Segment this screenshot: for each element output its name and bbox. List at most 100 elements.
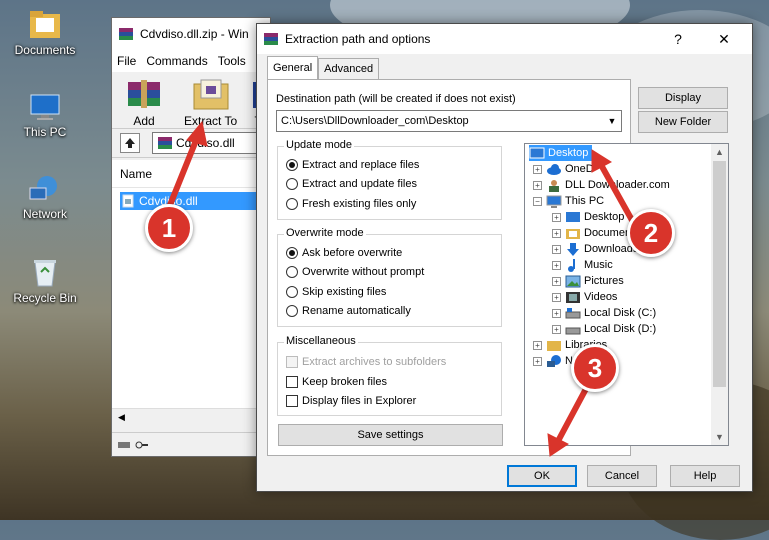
- add-button[interactable]: Add: [124, 76, 164, 128]
- checkbox-display-in-explorer[interactable]: Display files in Explorer: [286, 395, 416, 407]
- tree-node-user[interactable]: + DLL Downloader.com: [533, 177, 670, 193]
- expand-icon[interactable]: +: [533, 340, 542, 350]
- winrar-titlebar[interactable]: Cdvdiso.dll.zip - Win: [112, 18, 270, 50]
- expand-icon[interactable]: +: [552, 276, 561, 286]
- desktop-folder-icon: [529, 147, 545, 158]
- extract-to-button-label: Extract To: [184, 114, 238, 128]
- expand-icon[interactable]: +: [552, 292, 561, 302]
- radio-label: Fresh existing files only: [302, 198, 417, 210]
- desktop-icon-recycle-bin[interactable]: Recycle Bin: [0, 256, 90, 305]
- new-folder-button[interactable]: New Folder: [638, 111, 728, 133]
- archive-path-field[interactable]: Cdvdiso.dll: [152, 132, 270, 154]
- radio-label: Extract and update files: [302, 178, 417, 190]
- file-list-hscrollbar[interactable]: ◀: [112, 408, 270, 424]
- expand-icon[interactable]: +: [533, 164, 542, 174]
- winrar-statusbar: [112, 432, 270, 456]
- network-icon: [29, 176, 57, 200]
- radio-fresh-existing[interactable]: Fresh existing files only: [286, 198, 416, 210]
- desktop-icon-this-pc[interactable]: This PC: [0, 92, 90, 139]
- expand-icon[interactable]: +: [533, 356, 542, 366]
- destination-path-label: Destination path (will be created if doe…: [276, 93, 516, 105]
- overwrite-mode-title: Overwrite mode: [284, 227, 366, 239]
- scroll-thumb[interactable]: [713, 161, 726, 387]
- dialog-tabs: General Advanced: [267, 56, 380, 79]
- desktop-folder-icon: [566, 211, 580, 222]
- display-button[interactable]: Display: [638, 87, 728, 109]
- folder-tree[interactable]: Desktop + OneD + DLL Downloader.com − Th…: [524, 143, 729, 446]
- radio-skip-existing[interactable]: Skip existing files: [286, 286, 386, 298]
- close-button[interactable]: ✕: [702, 24, 746, 54]
- dialog-titlebar[interactable]: Extraction path and options ? ✕: [257, 24, 752, 54]
- expand-icon[interactable]: +: [552, 308, 561, 318]
- scroll-up-icon[interactable]: ▲: [711, 144, 728, 160]
- tree-node-label: Desktop: [584, 211, 625, 223]
- dialog-title: Extraction path and options: [285, 32, 431, 46]
- libraries-folder-icon: [547, 340, 561, 351]
- drive-icon: [118, 441, 130, 448]
- tree-node-onedrive[interactable]: + OneD: [533, 161, 594, 177]
- cloud-icon: [547, 163, 561, 175]
- collapse-icon[interactable]: −: [533, 196, 542, 206]
- column-header-name[interactable]: Name: [112, 160, 270, 188]
- chevron-down-icon[interactable]: ▼: [603, 111, 621, 131]
- extract-to-button[interactable]: Extract To: [184, 76, 237, 128]
- folder-icon: [30, 11, 60, 38]
- winrar-dialog-icon: [264, 33, 278, 45]
- help-button[interactable]: Help: [670, 465, 740, 487]
- radio-overwrite-without-prompt[interactable]: Overwrite without prompt: [286, 266, 424, 278]
- radio-rename-automatically[interactable]: Rename automatically: [286, 305, 411, 317]
- desktop-icon-label: This PC: [23, 125, 67, 139]
- radio-selected-icon: [286, 159, 298, 171]
- expand-icon[interactable]: +: [552, 324, 561, 334]
- winrar-title: Cdvdiso.dll.zip - Win: [140, 27, 249, 41]
- tree-node-desktop[interactable]: + Desktop: [552, 209, 624, 225]
- expand-icon[interactable]: +: [533, 180, 542, 190]
- step-badge-2: 2: [627, 209, 675, 257]
- radio-label: Extract and replace files: [302, 159, 420, 171]
- up-folder-button[interactable]: [120, 133, 140, 153]
- tree-node-desktop-root[interactable]: Desktop: [529, 145, 593, 161]
- step-badge-1: 1: [145, 204, 193, 252]
- expand-icon[interactable]: +: [552, 244, 561, 254]
- ok-button[interactable]: OK: [507, 465, 577, 487]
- save-settings-button[interactable]: Save settings: [278, 424, 503, 446]
- radio-extract-and-update[interactable]: Extract and update files: [286, 178, 417, 190]
- menu-commands[interactable]: Commands: [141, 54, 212, 68]
- tree-node-local-disk-c[interactable]: + Local Disk (C:): [552, 305, 656, 321]
- menu-tools[interactable]: Tools: [213, 54, 251, 68]
- destination-path-combobox[interactable]: C:\Users\DllDownloader_com\Desktop ▼: [276, 110, 622, 132]
- computer-icon: [546, 195, 562, 208]
- user-icon: [549, 179, 559, 192]
- file-row[interactable]: Cdvdiso.dll: [120, 192, 270, 210]
- tree-node-videos[interactable]: + Videos: [552, 289, 617, 305]
- tree-node-local-disk-d[interactable]: + Local Disk (D:): [552, 321, 656, 337]
- checkbox-keep-broken-files[interactable]: Keep broken files: [286, 376, 387, 388]
- desktop-icon-documents[interactable]: Documents: [0, 8, 90, 57]
- expand-icon[interactable]: +: [552, 212, 561, 222]
- tree-node-pictures[interactable]: + Pictures: [552, 273, 624, 289]
- radio-label: Ask before overwrite: [302, 247, 403, 259]
- expand-icon[interactable]: +: [552, 228, 561, 238]
- tree-node-downloads[interactable]: + Downloads: [552, 241, 638, 257]
- scroll-down-icon[interactable]: ▼: [711, 429, 728, 445]
- tab-advanced[interactable]: Advanced: [318, 58, 380, 79]
- winrar-menubar: File Commands Tools: [112, 50, 270, 72]
- checkbox-label: Display files in Explorer: [302, 395, 417, 407]
- key-icon: [135, 441, 148, 448]
- expand-icon[interactable]: +: [552, 260, 561, 270]
- folder-tree-scrollbar[interactable]: ▲ ▼: [711, 144, 728, 445]
- tree-node-this-pc[interactable]: − This PC: [533, 193, 604, 209]
- tree-node-documents[interactable]: + Documen: [552, 225, 631, 241]
- cancel-button[interactable]: Cancel: [587, 465, 657, 487]
- checkbox-icon: [286, 376, 298, 388]
- help-title-button[interactable]: ?: [656, 24, 700, 54]
- radio-ask-before-overwrite[interactable]: Ask before overwrite: [286, 247, 402, 259]
- tab-general[interactable]: General: [267, 56, 319, 79]
- desktop-icon-network[interactable]: Network: [0, 174, 90, 221]
- tree-node-label: Documen: [584, 227, 632, 239]
- radio-extract-and-replace[interactable]: Extract and replace files: [286, 159, 419, 171]
- miscellaneous-group: Miscellaneous Extract archives to subfol…: [277, 335, 502, 416]
- computer-icon: [30, 94, 60, 120]
- menu-file[interactable]: File: [112, 54, 141, 68]
- tree-node-music[interactable]: + Music: [552, 257, 613, 273]
